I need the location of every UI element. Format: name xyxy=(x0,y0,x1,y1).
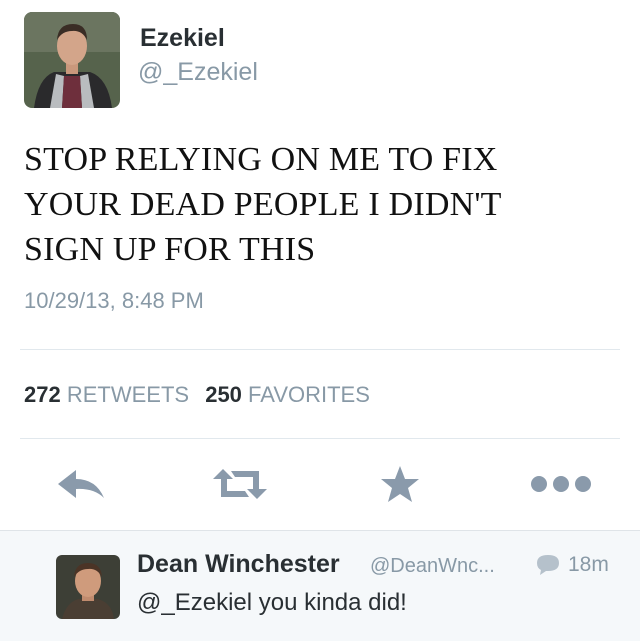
divider xyxy=(20,349,620,350)
reply-author-handle[interactable]: @DeanWnc... xyxy=(370,555,495,578)
tweet-timestamp: 10/29/13, 8:48 PM xyxy=(24,288,204,313)
author-handle[interactable]: @_Ezekiel xyxy=(138,58,258,87)
more-dots-icon xyxy=(531,476,591,492)
reply-tweet[interactable]: Dean Winchester @DeanWnc... 18m @_Ezekie… xyxy=(0,531,640,641)
author-avatar[interactable] xyxy=(24,12,120,108)
retweet-icon xyxy=(213,469,267,499)
reply-time: 18m xyxy=(568,553,609,576)
tweet-text: STOP RELYING ON ME TO FIX YOUR DEAD PEOP… xyxy=(24,137,620,272)
author-name[interactable]: Ezekiel xyxy=(140,24,225,53)
tweet-detail: Ezekiel @_Ezekiel STOP RELYING ON ME TO … xyxy=(0,0,640,530)
tweet-stats: 272 RETWEETS 250 FAVORITES xyxy=(24,382,380,408)
reply-button[interactable] xyxy=(54,462,108,506)
more-button[interactable] xyxy=(528,462,594,506)
favorite-button[interactable] xyxy=(378,462,422,506)
reply-author-name[interactable]: Dean Winchester xyxy=(137,550,340,579)
favorites-label[interactable]: FAVORITES xyxy=(248,382,370,407)
tweet-text-line: YOUR DEAD PEOPLE I DIDN'T xyxy=(24,186,502,223)
retweets-label[interactable]: RETWEETS xyxy=(67,382,189,407)
reply-text: @_Ezekiel you kinda did! xyxy=(137,589,407,616)
tweet-text-line: SIGN UP FOR THIS xyxy=(24,231,316,268)
reply-author-avatar[interactable] xyxy=(56,555,120,619)
divider xyxy=(20,438,620,439)
reply-icon xyxy=(58,470,104,498)
favorites-count[interactable]: 250 xyxy=(205,382,242,407)
reply-meta: 18m xyxy=(536,553,609,577)
speech-bubble-icon xyxy=(537,555,559,575)
tweet-text-line: STOP RELYING ON ME TO FIX xyxy=(24,141,498,178)
star-icon xyxy=(381,466,419,502)
retweet-button[interactable] xyxy=(210,462,270,506)
retweets-count[interactable]: 272 xyxy=(24,382,61,407)
